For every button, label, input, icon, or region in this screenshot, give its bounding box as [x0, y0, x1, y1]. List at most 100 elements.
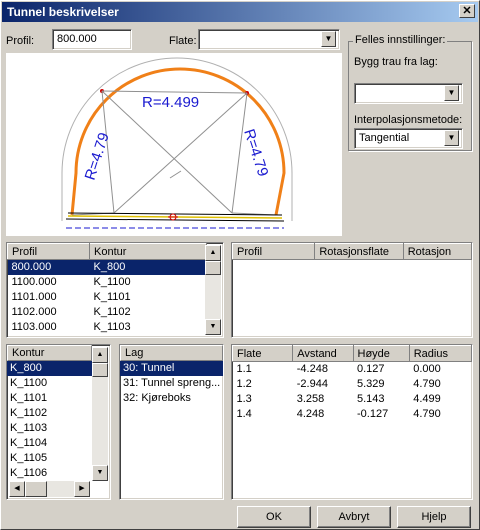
- flate-row[interactable]: 1.1 -4.248 0.127 0.000: [233, 362, 472, 377]
- flate-column-header[interactable]: Avstand: [292, 345, 354, 362]
- kontur-list-item[interactable]: K_800: [7, 361, 92, 376]
- title-bar: Tunnel beskrivelser ✕: [2, 2, 478, 22]
- flate-cell: -0.127: [357, 408, 389, 420]
- profile-cell: 1103.000: [11, 321, 57, 333]
- flate-cell: 5.143: [357, 393, 385, 405]
- kontur-list-item[interactable]: K_1105: [7, 451, 92, 466]
- profil-input[interactable]: 800.000: [52, 29, 132, 50]
- rotation-column-header[interactable]: Rotasjonsflate: [314, 243, 404, 260]
- flate-cell: 1.1: [236, 363, 252, 376]
- tunnel-preview: R=4.499 R=4.79 R=4.79: [6, 53, 342, 236]
- profile-table-scrollbar[interactable]: ▲ ▼: [205, 245, 221, 335]
- flate-label: Flate:: [169, 35, 197, 47]
- radius-label-top: R=4.499: [142, 94, 199, 111]
- chevron-up-icon: ▲: [96, 351, 104, 358]
- bygg-label: Bygg trau fra lag:: [354, 56, 438, 68]
- scroll-left-button[interactable]: ◀: [9, 481, 25, 497]
- flate-cell: 1.3: [236, 393, 252, 405]
- chevron-down-icon: ▼: [96, 469, 104, 476]
- profile-cell: K_1101: [93, 291, 131, 303]
- profile-column-header[interactable]: Kontur: [89, 243, 207, 260]
- close-icon: ✕: [462, 5, 472, 17]
- ok-button[interactable]: OK: [237, 506, 311, 528]
- profile-row[interactable]: 1102.000 K_1102: [8, 305, 207, 320]
- flate-row[interactable]: 1.4 4.248 -0.127 4.790: [233, 407, 472, 422]
- lag-list-item[interactable]: 31: Tunnel spreng...: [120, 376, 223, 391]
- chevron-left-icon: ◀: [14, 485, 20, 492]
- kontur-list: Kontur K_800 K_1100 K_1101 K_1102 K_1103 K_11…: [6, 344, 111, 500]
- chevron-right-icon: ▶: [79, 485, 85, 492]
- kontur-hscrollbar[interactable]: ◀ ▶: [9, 481, 90, 497]
- profile-cell: 1102.000: [11, 306, 57, 318]
- chevron-down-icon: ▼: [447, 133, 456, 142]
- profile-column-header[interactable]: Profil: [7, 243, 90, 260]
- kontur-list-item[interactable]: K_1102: [7, 406, 92, 421]
- flate-cell: 1.2: [236, 378, 252, 390]
- tunnel-dialog: Tunnel beskrivelser ✕ Profil: 800.000 Fl…: [0, 0, 480, 530]
- chevron-up-icon: ▲: [209, 249, 217, 256]
- flate-cell: 4.790: [413, 378, 441, 390]
- profile-row[interactable]: 800.000 K_800: [7, 259, 207, 275]
- kontur-list-item[interactable]: K_1101: [7, 391, 92, 406]
- flate-cell: 0.127: [357, 363, 385, 376]
- flate-select[interactable]: [198, 29, 340, 50]
- flate-column-header[interactable]: Radius: [408, 345, 472, 362]
- scroll-up-button[interactable]: ▲: [92, 347, 108, 363]
- kontur-list-item[interactable]: K_1106: [7, 466, 92, 481]
- profile-cell: K_800: [89, 259, 207, 275]
- kontur-list-item[interactable]: K_1100: [7, 376, 92, 391]
- profile-cell: 800.000: [7, 259, 90, 275]
- chevron-down-icon: ▼: [447, 88, 456, 97]
- help-button[interactable]: Hjelp: [397, 506, 471, 528]
- scroll-right-button[interactable]: ▶: [74, 481, 90, 497]
- flate-column-header[interactable]: Høyde: [352, 345, 410, 362]
- flate-cell: 1.4: [236, 408, 252, 420]
- scroll-up-button[interactable]: ▲: [205, 245, 221, 261]
- chevron-down-icon: ▼: [209, 323, 217, 330]
- lag-list-item[interactable]: 32: Kjøreboks: [120, 391, 223, 406]
- profile-cell: K_1103: [93, 321, 131, 333]
- profile-cell: K_1102: [93, 306, 131, 318]
- profile-cell: 1100.000: [11, 276, 57, 288]
- scroll-down-button[interactable]: ▼: [92, 465, 108, 481]
- rotation-column-header[interactable]: Rotasjon: [402, 243, 472, 260]
- rotation-column-header[interactable]: Profil: [232, 243, 316, 260]
- kontur-list-item[interactable]: K_1103: [7, 421, 92, 436]
- tunnel-profile-drawing: R=4.499 R=4.79 R=4.79: [61, 57, 293, 229]
- scroll-thumb[interactable]: [92, 363, 108, 377]
- flate-row[interactable]: 1.2 -2.944 5.329 4.790: [233, 377, 472, 392]
- flate-cell: 4.790: [413, 408, 441, 420]
- rotation-table: Profil Rotasjonsflate Rotasjon: [231, 242, 473, 338]
- scroll-down-button[interactable]: ▼: [205, 319, 221, 335]
- flate-cell: -2.944: [296, 378, 328, 390]
- window-title: Tunnel beskrivelser: [7, 5, 119, 19]
- profile-table: Profil Kontur 800.000 K_800 1100.000 K_1100 1…: [6, 242, 224, 338]
- profil-label: Profil:: [6, 35, 35, 47]
- close-button[interactable]: ✕: [459, 4, 475, 18]
- chevron-down-icon: ▼: [324, 34, 333, 43]
- flate-column-header[interactable]: Flate: [232, 345, 294, 362]
- kontur-header: Kontur: [7, 345, 92, 361]
- flate-dropdown-button[interactable]: ▼: [321, 31, 336, 47]
- profile-cell: K_1100: [93, 276, 131, 288]
- scroll-thumb[interactable]: [205, 261, 221, 275]
- lag-list-item[interactable]: 30: Tunnel: [120, 361, 223, 376]
- radius-label-right: R=4.79: [240, 127, 271, 179]
- flate-cell: 4.499: [413, 393, 441, 405]
- common-settings-title: Felles innstillinger:: [353, 34, 448, 46]
- profile-row[interactable]: 1103.000 K_1103: [8, 320, 207, 335]
- kontur-scrollbar[interactable]: ▲ ▼: [92, 347, 108, 481]
- flate-row[interactable]: 1.3 3.258 5.143 4.499: [233, 392, 472, 407]
- cancel-button[interactable]: Avbryt: [317, 506, 391, 528]
- flate-table: Flate Avstand Høyde Radius 1.1 -4.248 0.127 0.…: [231, 344, 473, 500]
- flate-cell: 4.248: [296, 408, 325, 420]
- bygg-dropdown-button[interactable]: ▼: [444, 85, 459, 101]
- profile-row[interactable]: 1100.000 K_1100: [8, 275, 207, 290]
- hscroll-thumb[interactable]: [25, 481, 47, 497]
- flate-cell: 0.000: [413, 363, 441, 376]
- interp-dropdown-button[interactable]: ▼: [444, 130, 459, 146]
- interp-label: Interpolasjonsmetode:: [354, 114, 463, 126]
- profile-row[interactable]: 1101.000 K_1101: [8, 290, 207, 305]
- kontur-list-item[interactable]: K_1104: [7, 436, 92, 451]
- flate-cell: -4.248: [296, 363, 328, 376]
